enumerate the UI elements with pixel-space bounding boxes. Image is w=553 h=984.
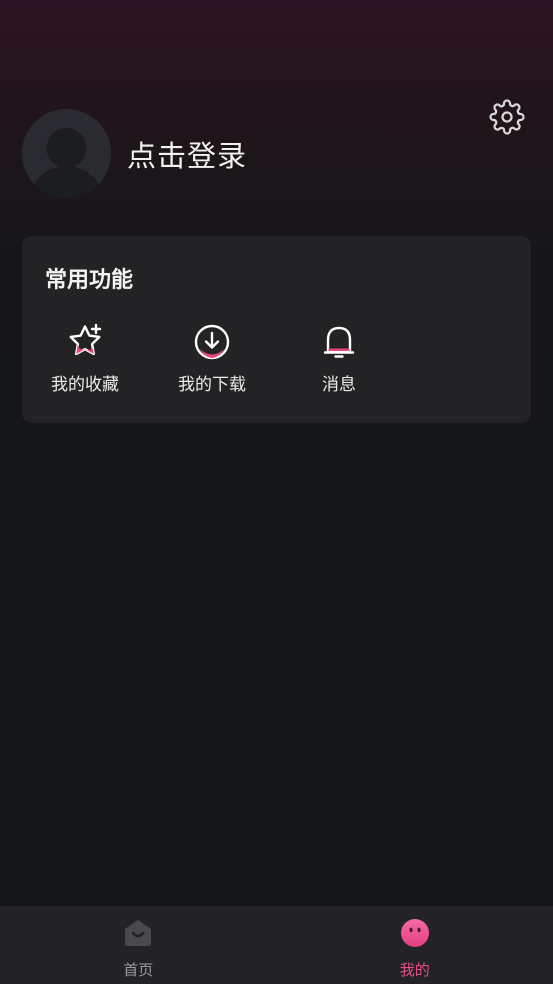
face-icon bbox=[400, 919, 429, 947]
downloads-label: 我的下载 bbox=[178, 375, 246, 395]
tab-home-label: 首页 bbox=[123, 961, 154, 979]
home-icon bbox=[125, 920, 152, 946]
tab-home[interactable]: 首页 bbox=[0, 906, 277, 984]
login-text[interactable]: 点击登录 bbox=[127, 133, 247, 175]
download-icon bbox=[194, 324, 230, 360]
tab-mine[interactable]: 我的 bbox=[277, 906, 553, 984]
settings-button[interactable] bbox=[488, 98, 526, 136]
bell-icon bbox=[323, 326, 355, 358]
common-functions-card: 常用功能 我的收藏 我的下载 消息 bbox=[22, 236, 531, 423]
favorites-button[interactable]: 我的收藏 bbox=[35, 322, 135, 395]
card-title: 常用功能 bbox=[45, 268, 134, 293]
tab-mine-label: 我的 bbox=[399, 961, 430, 979]
avatar[interactable] bbox=[22, 109, 111, 198]
favorites-label: 我的收藏 bbox=[51, 375, 119, 395]
messages-button[interactable]: 消息 bbox=[289, 322, 389, 395]
gear-icon bbox=[489, 99, 525, 135]
messages-label: 消息 bbox=[322, 375, 356, 395]
login-entry[interactable]: 点击登录 bbox=[22, 109, 247, 198]
star-add-icon bbox=[69, 323, 102, 356]
bottom-tab-bar: 首页 我的 bbox=[0, 906, 553, 984]
downloads-button[interactable]: 我的下载 bbox=[162, 322, 262, 395]
profile-screen: 点击登录 常用功能 我的收藏 我的下载 消息 首页 我的 bbox=[0, 0, 553, 984]
default-avatar-icon bbox=[22, 109, 111, 198]
